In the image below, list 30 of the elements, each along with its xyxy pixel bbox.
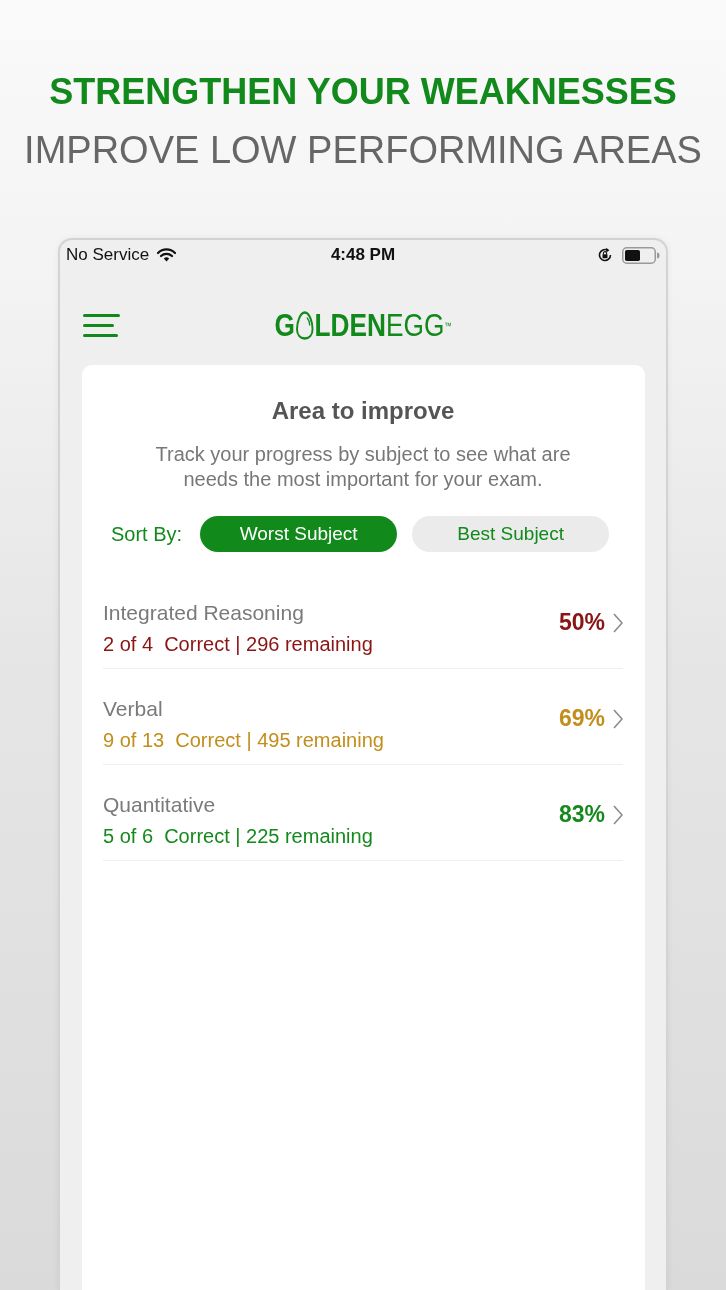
wifi-icon	[157, 248, 177, 262]
logo-text: G	[274, 310, 295, 340]
rotation-lock-icon	[597, 247, 613, 263]
subject-name: Verbal	[103, 696, 163, 722]
menu-button[interactable]	[83, 313, 120, 337]
subheadline: IMPROVE LOW PERFORMING AREAS	[24, 128, 702, 172]
chevron-right-icon[interactable]	[613, 612, 623, 633]
trademark-sign: ™	[444, 320, 452, 333]
subject-score-detail: 2 of 4 Correct | 296 remaining	[103, 632, 373, 657]
subject-percent: 69%	[558, 705, 605, 732]
subject-name: Integrated Reasoning	[103, 600, 304, 626]
card-description: Track your progress by subject to see what are needs the most important for your exam.	[154, 442, 572, 492]
battery-icon	[622, 246, 660, 264]
sort-label: Sort By:	[111, 522, 183, 546]
subject-score-detail: 5 of 6 Correct | 225 remaining	[103, 824, 373, 849]
subject-score-detail: 9 of 13 Correct | 495 remaining	[103, 728, 384, 753]
carrier-text: No Service	[66, 245, 150, 265]
logo-text: LDEN	[314, 310, 386, 340]
subject-name: Quantitative	[103, 792, 216, 818]
subject-percent: 83%	[558, 801, 605, 828]
egg-icon	[295, 310, 314, 340]
headline: STRENGTHEN YOUR WEAKNESSES	[49, 70, 677, 114]
logo-text: EGG	[385, 310, 445, 340]
chevron-right-icon[interactable]	[613, 708, 623, 729]
clock-text: 4:48 PM	[330, 245, 396, 265]
sort-option-button[interactable]: Worst Subject	[200, 516, 398, 552]
sort-option-button[interactable]: Best Subject	[412, 516, 610, 552]
subject-percent: 50%	[558, 609, 605, 636]
chevron-right-icon[interactable]	[613, 804, 623, 825]
card-title: Area to improve	[271, 396, 455, 426]
